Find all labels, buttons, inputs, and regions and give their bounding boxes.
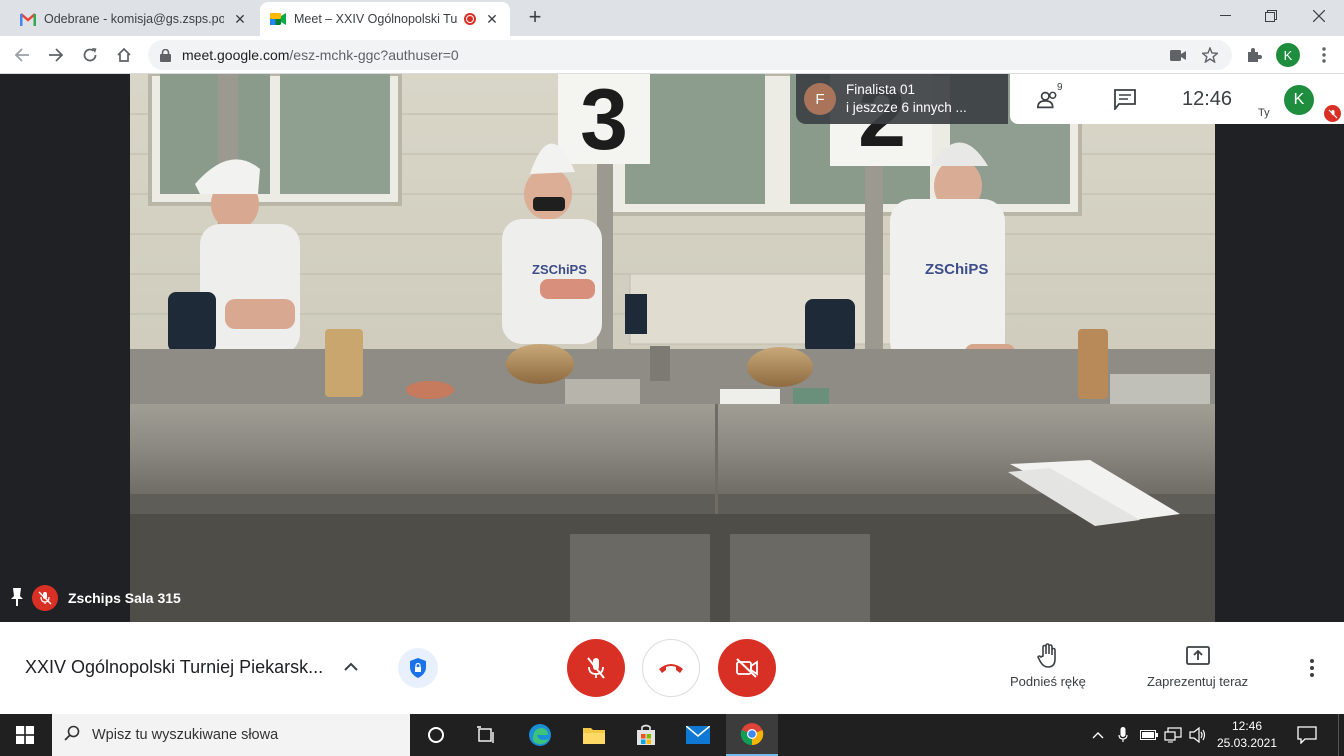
file-explorer-icon[interactable]: [570, 714, 618, 756]
taskbar-search-input[interactable]: [92, 727, 392, 743]
close-window-icon[interactable]: [1296, 0, 1342, 32]
participants-preview[interactable]: F Finalista 01 i jeszcze 6 innych ...: [796, 74, 1008, 124]
minimize-icon[interactable]: [1202, 0, 1248, 32]
leave-call-button[interactable]: [642, 639, 700, 697]
network-icon[interactable]: [1163, 725, 1183, 745]
raise-hand-label: Podnieś rękę: [1010, 674, 1086, 689]
mic-off-icon: [587, 657, 605, 679]
mail-icon[interactable]: [674, 714, 722, 756]
notifications-icon[interactable]: [1296, 725, 1318, 745]
chrome-menu-icon[interactable]: [1310, 41, 1338, 69]
task-view-icon[interactable]: [462, 714, 510, 756]
cortana-icon[interactable]: [412, 714, 460, 756]
forward-icon[interactable]: [42, 41, 70, 69]
reload-icon[interactable]: [76, 41, 104, 69]
home-icon[interactable]: [110, 41, 138, 69]
chevron-up-icon[interactable]: [340, 655, 362, 677]
meeting-top-panel: 9 12:46 Ty K: [1010, 74, 1344, 124]
chrome-taskbar-icon[interactable]: [726, 714, 778, 756]
gmail-icon: [20, 11, 36, 27]
shirt-logo-text-2: ZSChiPS: [925, 261, 988, 278]
tab-title: Odebrane - komisja@gs.zsps.poznan.pl: [44, 12, 224, 26]
windows-start-icon[interactable]: [0, 714, 50, 756]
back-icon[interactable]: [8, 41, 36, 69]
meet-icon: [270, 11, 286, 27]
hang-up-icon: [659, 664, 683, 673]
show-desktop-button[interactable]: [1338, 714, 1344, 756]
new-tab-button[interactable]: +: [522, 6, 548, 30]
host-controls-shield-icon[interactable]: [398, 648, 438, 688]
participant-tile-name: Zschips Sala 315: [68, 590, 181, 606]
address-bar[interactable]: meet.google.com/esz-mchk-ggc?authuser=0: [148, 40, 1232, 70]
meeting-controls-bar: XXIV Ogólnopolski Turniej Piekarsk... Po…: [0, 622, 1344, 714]
participants-summary: Finalista 01 i jeszcze 6 innych ...: [846, 81, 967, 117]
self-avatar[interactable]: K: [1284, 85, 1314, 115]
profile-avatar[interactable]: K: [1276, 43, 1300, 67]
windows-taskbar: 12:46 25.03.2021: [0, 714, 1344, 756]
participant-avatar: F: [804, 83, 836, 115]
raise-hand-button[interactable]: Podnieś rękę: [1010, 642, 1086, 689]
present-now-label: Zaprezentuj teraz: [1147, 674, 1249, 689]
battery-icon[interactable]: [1139, 725, 1159, 745]
close-tab-icon[interactable]: ✕: [232, 11, 248, 27]
mic-off-icon: [32, 585, 58, 611]
self-label: Ty: [1258, 107, 1270, 119]
system-clock[interactable]: 12:46 25.03.2021: [1214, 718, 1280, 752]
browser-toolbar: meet.google.com/esz-mchk-ggc?authuser=0 …: [0, 36, 1344, 74]
tab-meet[interactable]: Meet – XXIV Ogólnopolski Turniej Piekars…: [260, 2, 510, 36]
present-now-button[interactable]: Zaprezentuj teraz: [1147, 642, 1248, 689]
lock-icon: [160, 48, 172, 62]
tab-gmail[interactable]: Odebrane - komisja@gs.zsps.poznan.pl ✕: [10, 2, 258, 36]
others-count-text: i jeszcze 6 innych ...: [846, 100, 967, 115]
pin-icon[interactable]: [10, 587, 24, 610]
store-icon[interactable]: [622, 714, 670, 756]
meeting-title[interactable]: XXIV Ogólnopolski Turniej Piekarsk...: [25, 657, 323, 678]
search-icon: [64, 725, 80, 746]
restore-icon[interactable]: [1248, 0, 1294, 32]
recording-indicator-icon: [464, 13, 476, 25]
station-number-3: 3: [580, 74, 628, 168]
tab-title: Meet – XXIV Ogólnopolski Turniej Piekars…: [294, 12, 458, 26]
people-icon[interactable]: 9: [1036, 82, 1063, 111]
tray-chevron-up-icon[interactable]: [1088, 725, 1108, 745]
system-time: 12:46: [1231, 719, 1263, 733]
tile-name-tag: Zschips Sala 315: [10, 585, 181, 611]
camera-off-icon: [736, 658, 758, 678]
browser-tab-strip: Odebrane - komisja@gs.zsps.poznan.pl ✕ M…: [0, 0, 1344, 36]
mic-off-icon: [1324, 105, 1341, 122]
microphone-toggle-button[interactable]: [567, 639, 625, 697]
bookmark-star-icon[interactable]: [1202, 47, 1218, 63]
system-date: 25.03.2021: [1216, 736, 1278, 750]
url-text: meet.google.com/esz-mchk-ggc?authuser=0: [182, 47, 459, 63]
volume-icon[interactable]: [1188, 725, 1208, 745]
hand-icon: [1037, 642, 1059, 670]
meeting-clock: 12:46: [1182, 88, 1233, 110]
camera-toggle-button[interactable]: [718, 639, 776, 697]
participant-count: 9: [1057, 82, 1063, 93]
participant-video-feed: 3 2 ZSChiPS ZSChiPS: [130, 74, 1215, 622]
microphone-tray-icon[interactable]: [1113, 725, 1133, 745]
shirt-logo-text: ZSChiPS: [532, 262, 587, 277]
present-screen-icon: [1185, 642, 1210, 670]
close-tab-icon[interactable]: ✕: [484, 11, 500, 27]
taskbar-search[interactable]: [52, 714, 410, 756]
camera-permission-icon[interactable]: [1170, 47, 1186, 63]
extensions-icon[interactable]: [1240, 41, 1268, 69]
more-options-icon[interactable]: [1300, 656, 1324, 680]
chat-icon[interactable]: [1112, 87, 1138, 111]
meeting-stage: 3 2 ZSChiPS ZSChiPS: [0, 74, 1344, 622]
edge-icon[interactable]: [516, 714, 564, 756]
participant-name: Finalista 01: [846, 82, 916, 97]
